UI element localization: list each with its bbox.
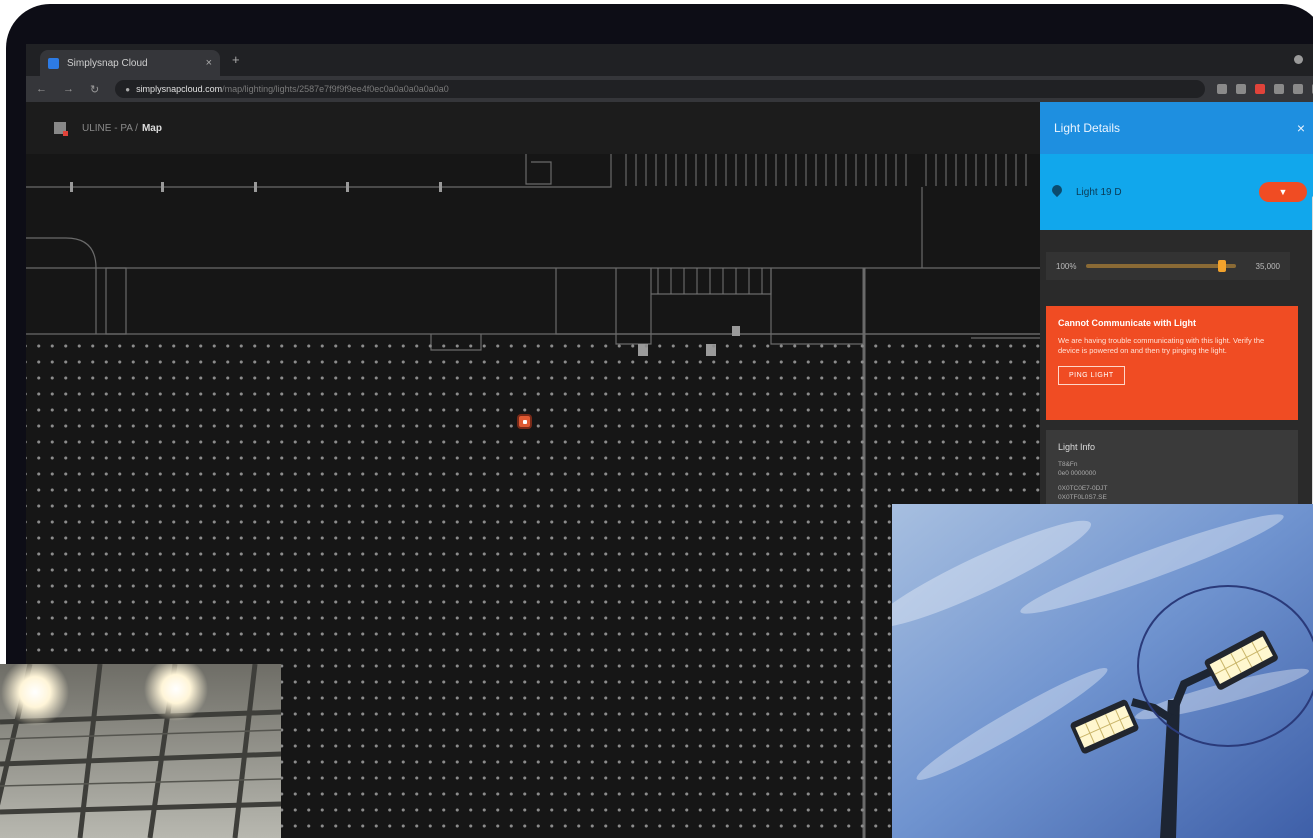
warehouse-lights-photo	[0, 664, 281, 838]
light-name: Light 19 D	[1076, 186, 1122, 198]
app-header: ULINE - PA / Map	[26, 102, 1040, 154]
dim-slider[interactable]	[1086, 260, 1236, 272]
parking-lot-lights-photo	[892, 504, 1313, 838]
light-row: Light 19 D ▼	[1040, 154, 1313, 230]
new-tab-button[interactable]: +	[232, 52, 240, 67]
extension-icon[interactable]	[1274, 84, 1285, 94]
close-tab-icon[interactable]: ×	[206, 57, 212, 69]
favicon-icon	[48, 57, 59, 69]
light-info-line: 0X0TC0E7-0DJT	[1058, 485, 1108, 493]
alert-body: We are having trouble communicating with…	[1058, 336, 1265, 356]
ping-light-button[interactable]: PING LIGHT	[1058, 366, 1125, 386]
selected-light-marker[interactable]	[519, 416, 530, 427]
close-icon[interactable]: ×	[1297, 120, 1305, 136]
back-button[interactable]: ←	[36, 83, 47, 95]
dim-level-row: 100% 35,000	[1046, 252, 1290, 280]
browser-tabbar: Simplysnap Cloud × +	[26, 44, 1313, 76]
forward-button[interactable]: →	[63, 83, 74, 95]
dim-level-label: 100%	[1056, 261, 1077, 271]
light-info-line: 0e0 0000000	[1058, 470, 1096, 478]
extension-icons	[1217, 84, 1313, 94]
url-path: /map/lighting/lights/2587e7f9f9f9ee4f0ec…	[222, 84, 449, 94]
extension-icon[interactable]	[1217, 84, 1228, 94]
extension-icon[interactable]	[1293, 84, 1304, 94]
light-info-title: Light Info	[1058, 442, 1096, 452]
tab-title: Simplysnap Cloud	[67, 57, 148, 69]
lock-icon: ●	[125, 84, 131, 94]
warehouse-ceiling-image	[0, 664, 281, 838]
reload-button[interactable]: ↻	[90, 83, 99, 96]
browser-tab[interactable]: Simplysnap Cloud ×	[40, 50, 220, 76]
address-bar[interactable]: ● simplysnapcloud.com /map/lighting/ligh…	[115, 80, 1206, 98]
dim-value-input[interactable]: 35,000	[1246, 262, 1280, 271]
light-action-button[interactable]: ▼	[1259, 182, 1307, 202]
dim-slider-thumb[interactable]	[1218, 260, 1226, 272]
communication-alert: Cannot Communicate with Light We are hav…	[1046, 306, 1298, 420]
location-pin-icon	[1052, 185, 1062, 199]
light-info-line: 0X0TF0L0S7.SE	[1058, 494, 1107, 502]
app-logo-icon[interactable]	[54, 122, 68, 136]
panel-title: Light Details	[1054, 121, 1121, 135]
breadcrumb[interactable]: ULINE - PA /	[82, 123, 138, 134]
extension-icon[interactable]	[1236, 84, 1247, 94]
light-info-line: T8&Fn	[1058, 461, 1078, 468]
alert-title: Cannot Communicate with Light	[1058, 318, 1196, 328]
profile-icon[interactable]	[1294, 55, 1303, 64]
panel-header: Light Details ×	[1040, 102, 1313, 154]
extension-icon[interactable]	[1255, 84, 1266, 94]
browser-toolbar: ← → ↻ ● simplysnapcloud.com /map/lightin…	[26, 76, 1313, 102]
page-title: Map	[141, 122, 162, 134]
url-host: simplysnapcloud.com	[136, 84, 223, 94]
pole-light-image	[892, 504, 1313, 838]
